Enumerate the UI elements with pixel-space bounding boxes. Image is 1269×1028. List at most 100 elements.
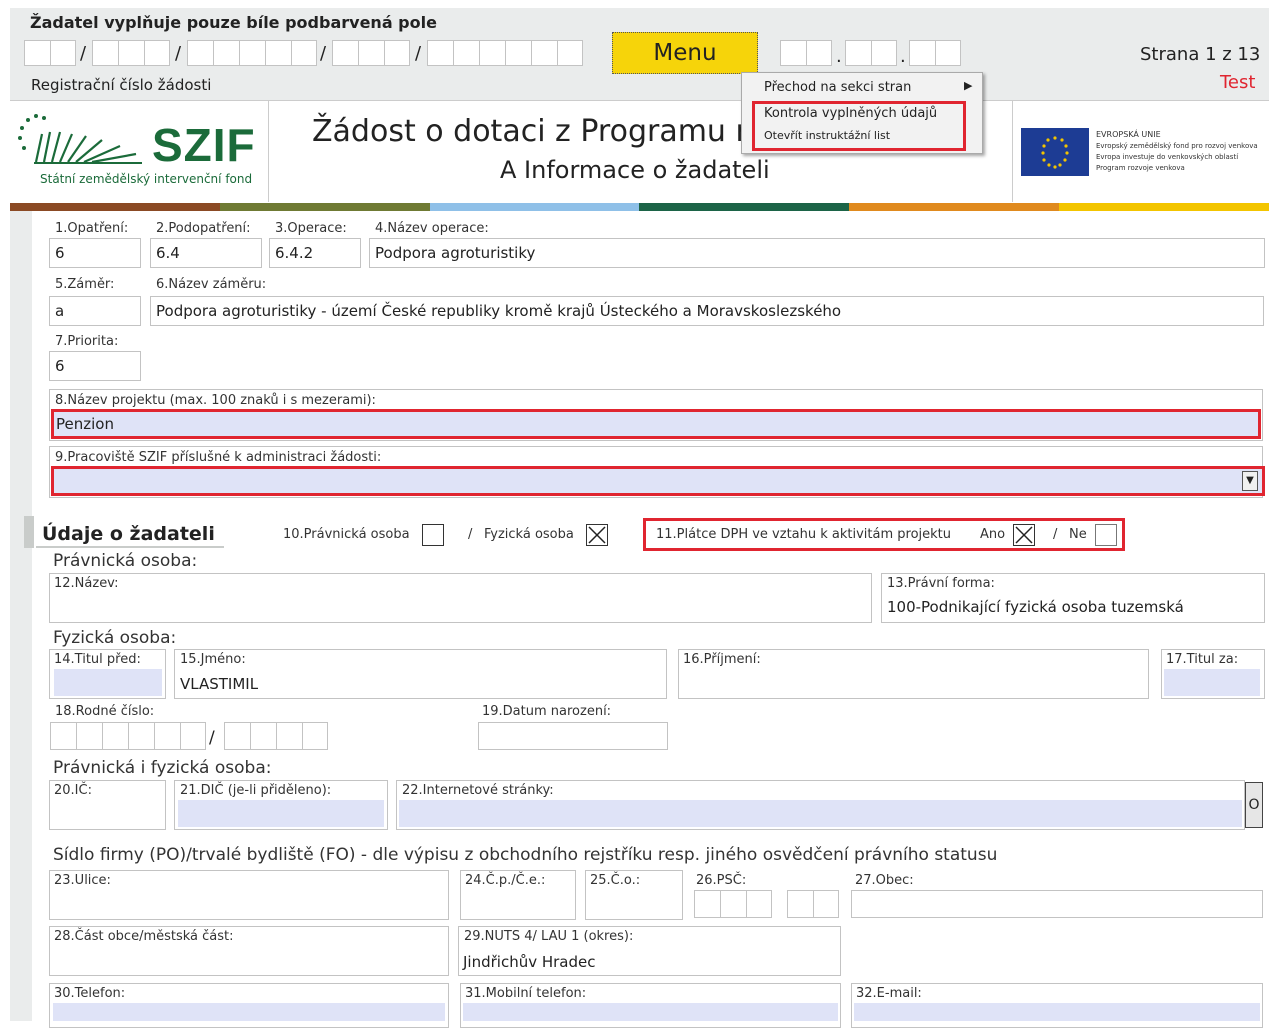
sidlo-heading: Sídlo firmy (PO)/trvalé bydliště (FO) - … [53, 845, 998, 865]
dph-ano-label: Ano [980, 527, 1006, 542]
jmeno-label: 15.Jméno: [180, 652, 246, 667]
reg-sep-3: / [320, 43, 327, 64]
podopatreni-field: 6.4 [150, 238, 262, 268]
checked-x-icon [588, 526, 606, 544]
menu-item-check-data[interactable]: Kontrola vyplněných údajů [764, 106, 937, 121]
pracoviste-select[interactable] [51, 466, 1265, 496]
rodne-cislo-part-2[interactable] [224, 722, 328, 750]
dropdown-arrow-button[interactable]: ▼ [1242, 471, 1258, 491]
reg-number-label: Registrační číslo žádosti [31, 76, 212, 94]
color-stripe [10, 203, 1269, 211]
pravnicka-osoba-checkbox[interactable] [422, 524, 444, 546]
szif-subtitle: Státní zemědělský intervenční fond [40, 172, 253, 186]
telefon-input[interactable] [53, 1003, 445, 1021]
left-rail [10, 211, 32, 1021]
reg-number-group-2[interactable] [92, 40, 170, 66]
section-marker [24, 516, 34, 548]
psc-part-2[interactable] [787, 890, 839, 918]
titul-za-input[interactable] [1164, 669, 1260, 696]
date-day-field[interactable] [780, 40, 832, 66]
reg-sep-4: / [415, 43, 422, 64]
mode-label: Test [1220, 72, 1256, 93]
date-dot-1: . [836, 46, 842, 67]
priorita-field: 6 [49, 351, 141, 381]
page-info: Strana 1 z 13 [1140, 44, 1261, 65]
telefon-label: 30.Telefon: [54, 986, 126, 1001]
nuts-value: Jindřichův Hradec [463, 953, 596, 971]
titul-pred-input[interactable] [54, 669, 162, 696]
priorita-label: 7.Priorita: [55, 334, 119, 349]
obec-label: 27.Obec: [855, 873, 914, 888]
menu-button[interactable]: Menu [612, 32, 758, 74]
rodne-cislo-label: 18.Rodné číslo: [55, 704, 155, 719]
eu-text-4: Program rozvoje venkova [1096, 164, 1185, 172]
eu-text-2: Evropský zemědělský fond pro rozvoj venk… [1096, 142, 1258, 150]
person-type-separator: / [468, 527, 473, 542]
logo-divider-2 [1012, 100, 1013, 202]
dph-ano-checkbox[interactable] [1013, 524, 1035, 546]
rodne-cislo-part-1[interactable] [50, 722, 206, 750]
email-label: 32.E-mail: [856, 986, 922, 1001]
mobil-input[interactable] [463, 1003, 838, 1021]
szif-wordmark: SZIF [152, 119, 256, 171]
dic-input[interactable] [178, 800, 384, 827]
menu-item-section-nav[interactable]: Přechod na sekci stran [764, 80, 911, 95]
fyzicka-osoba-label: Fyzická osoba [484, 527, 574, 542]
reg-number-group-4[interactable] [332, 40, 410, 66]
instruction-text: Žadatel vyplňuje pouze bíle podbarvená p… [30, 13, 437, 32]
menu-item-open-instructions[interactable]: Otevřít instruktážní list [764, 129, 890, 142]
web-input[interactable] [399, 800, 1242, 827]
nazev-operace-field: Podpora agroturistiky [369, 238, 1265, 268]
dph-ne-checkbox[interactable] [1095, 524, 1117, 546]
open-web-button[interactable]: O [1245, 782, 1263, 828]
pofo-heading: Právnická i fyzická osoba: [53, 758, 272, 778]
psc-label: 26.PSČ: [696, 873, 747, 888]
dph-separator: / [1053, 527, 1058, 542]
co-label: 25.Č.o.: [590, 873, 641, 888]
podopatreni-label: 2.Podopatření: [156, 221, 251, 236]
chevron-right-icon: ▶ [964, 79, 973, 92]
pracoviste-label: 9.Pracoviště SZIF příslušné k administra… [55, 450, 382, 465]
reg-sep-1: / [80, 43, 87, 64]
date-month-field[interactable] [845, 40, 897, 66]
titul-pred-label: 14.Titul před: [54, 652, 141, 667]
opatreni-label: 1.Opatření: [55, 221, 129, 236]
page-subtitle: A Informace o žadateli [500, 156, 770, 184]
cp-label: 24.Č.p./Č.e.: [465, 873, 546, 888]
reg-number-group-5[interactable] [427, 40, 583, 66]
eu-text-1: EVROPSKÁ UNIE [1096, 130, 1161, 139]
reg-sep-2: / [175, 43, 182, 64]
nazev-field [49, 573, 872, 623]
ulice-label: 23.Ulice: [54, 873, 111, 888]
po-heading: Právnická osoba: [53, 551, 198, 571]
email-input[interactable] [854, 1003, 1260, 1021]
nazev-projektu-label: 8.Název projektu (max. 100 znaků i s mez… [55, 393, 376, 408]
operace-field: 6.4.2 [269, 238, 361, 268]
operace-label: 3.Operace: [275, 221, 347, 236]
rodne-cislo-slash: / [209, 728, 215, 748]
nazev-operace-label: 4.Název operace: [375, 221, 489, 236]
jmeno-value: VLASTIMIL [180, 675, 259, 693]
mobil-label: 31.Mobilní telefon: [465, 986, 587, 1001]
nazev-projektu-input[interactable]: Penzion [51, 409, 1261, 439]
logo-divider-1 [268, 100, 269, 202]
applicant-heading-underline [36, 546, 224, 548]
dph-ne-label: Ne [1069, 527, 1087, 542]
dic-label: 21.DIČ (je-li přiděleno): [180, 783, 332, 798]
web-label: 22.Internetové stránky: [402, 783, 554, 798]
nazev-zameru-field: Podpora agroturistiky - území České repu… [150, 296, 1264, 326]
datum-narozeni-field [478, 722, 668, 750]
titul-za-label: 17.Titul za: [1166, 652, 1239, 667]
applicant-heading: Údaje o žadateli [42, 523, 215, 545]
prijmeni-label: 16.Příjmení: [683, 652, 761, 667]
psc-part-1[interactable] [694, 890, 772, 918]
reg-number-group-1[interactable] [24, 40, 76, 66]
menu-dropdown: Přechod na sekci stran ▶ Kontrola vyplně… [741, 72, 983, 154]
reg-number-group-3[interactable] [187, 40, 317, 66]
fyzicka-osoba-checkbox[interactable] [586, 524, 608, 546]
field-rows-icon [18, 114, 142, 164]
date-year-field[interactable] [909, 40, 961, 66]
cast-obce-label: 28.Část obce/městská část: [54, 929, 234, 944]
pravnicka-osoba-label: 10.Právnická osoba [283, 527, 410, 542]
opatreni-field: 6 [49, 238, 141, 268]
